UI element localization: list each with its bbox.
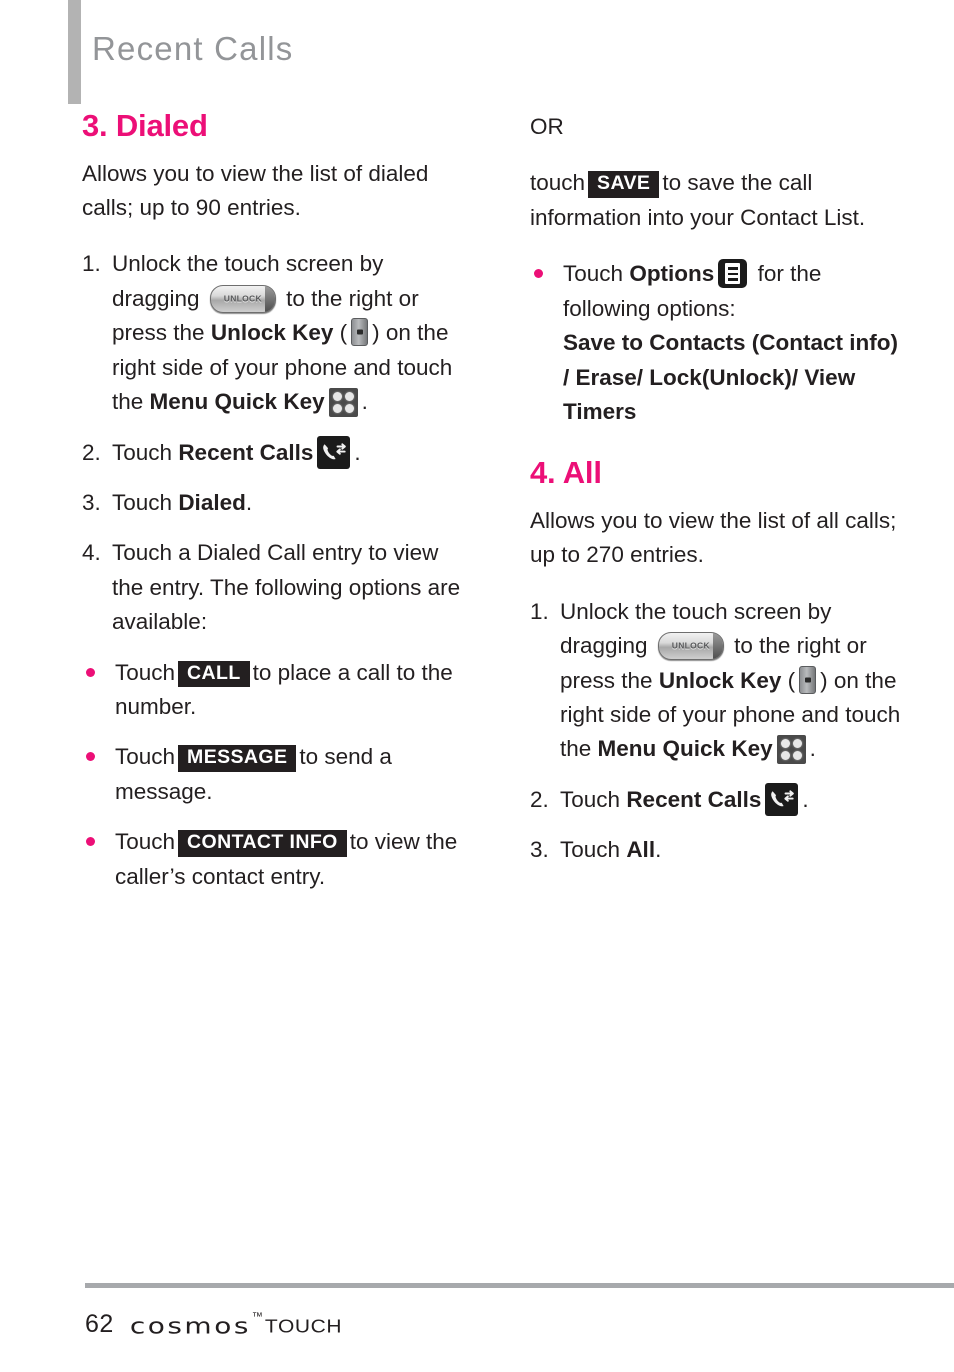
recent-calls-icon — [317, 435, 351, 469]
step-bold-menu-quick-key: Menu Quick Key — [597, 736, 773, 762]
options-icon — [718, 259, 748, 289]
bullet-dot-icon — [86, 752, 95, 762]
brand-suffix: TOUCH — [264, 1316, 343, 1338]
step-period: . — [354, 439, 361, 465]
section-heading-all: 4. All — [530, 455, 602, 491]
bullet-dot-icon — [86, 837, 95, 847]
page-header: Recent Calls — [0, 0, 954, 108]
unlock-slider-icon: UNLOCK — [657, 632, 724, 661]
contact-info-key-badge[interactable]: CONTACT INFO — [178, 830, 347, 858]
step-number: 3. — [82, 489, 101, 515]
step-item: 2. Touch Recent Calls . — [82, 435, 462, 470]
header-accent-bar — [68, 0, 81, 104]
step-bold-unlock-key: Unlock Key — [658, 667, 782, 693]
step-text: Touch — [112, 489, 173, 515]
bullet-text: Touch — [115, 659, 176, 685]
step-number: 3. — [530, 837, 549, 863]
right-column: OR touch SAVE to save the call information… — [530, 110, 910, 884]
step-item: 4. Touch a Dialed Call entry to view the … — [82, 536, 462, 639]
step-bold-recent-calls: Recent Calls — [626, 786, 762, 812]
bullet-dot-icon — [86, 667, 95, 677]
step-text: Touch — [560, 786, 621, 812]
paren-open: ( — [339, 320, 348, 346]
bullet-dot-icon — [534, 269, 543, 279]
steps-list-dialed: 1. Unlock the touch screen by dragging UN… — [82, 247, 462, 639]
unlock-key-icon — [351, 318, 369, 347]
step-bold-recent-calls: Recent Calls — [178, 439, 314, 465]
page-number: 62 — [85, 1310, 114, 1338]
section-intro-dialed: Allows you to view the list of dialed ca… — [82, 160, 429, 220]
footer-divider — [85, 1283, 954, 1288]
list-item: Touch MESSAGE to send a message. — [82, 740, 462, 809]
paren-open: ( — [787, 667, 796, 693]
section-heading-dialed: 3. Dialed — [82, 108, 208, 143]
step-period: . — [655, 837, 662, 863]
steps-list-all: 1. Unlock the touch screen by dragging UN… — [530, 595, 910, 868]
brand-logo: cosmos ™ TOUCH — [130, 1306, 342, 1339]
bullet-text: Touch — [115, 829, 176, 855]
step-number: 1. — [82, 251, 101, 277]
unlock-slider-cap — [712, 633, 723, 660]
step-item: 3. Touch All. — [530, 833, 910, 867]
options-list-values: Save to Contacts (Contact info) / Erase/… — [563, 330, 899, 424]
unlock-slider-icon: UNLOCK — [209, 284, 276, 313]
step-bold-unlock-key: Unlock Key — [210, 320, 334, 346]
save-key-badge[interactable]: SAVE — [588, 171, 660, 199]
save-paragraph: touch SAVE to save the call information in… — [530, 166, 910, 235]
step-number: 4. — [82, 540, 101, 566]
menu-quick-key-icon — [776, 735, 806, 765]
step-text: Touch a Dialed Call entry to view the en… — [112, 540, 461, 635]
trademark-symbol: ™ — [251, 1311, 263, 1323]
list-item: Touch CALL to place a call to the number. — [82, 656, 462, 725]
step-item: 1. Unlock the touch screen by dragging UN… — [530, 595, 910, 767]
step-bold-menu-quick-key: Menu Quick Key — [149, 389, 325, 415]
options-sheet — [725, 263, 741, 285]
step-period: . — [245, 489, 253, 515]
step-text: Touch — [560, 837, 621, 863]
step-number: 2. — [530, 786, 549, 812]
menu-quick-key-icon — [328, 388, 358, 418]
step-item: 2. Touch Recent Calls . — [530, 782, 910, 817]
save-text-pre: touch — [530, 170, 586, 196]
or-label: OR — [530, 114, 564, 139]
list-item: Touch Options for the following options:… — [530, 257, 910, 429]
step-bold-all: All — [626, 837, 656, 863]
options-bold-label: Options — [629, 261, 715, 287]
unlock-key-icon — [799, 665, 817, 694]
step-text: Touch — [112, 439, 173, 465]
paren-close: ) — [372, 320, 380, 346]
page-title: Recent Calls — [92, 30, 294, 67]
recent-calls-icon — [765, 782, 799, 816]
brand-name: cosmos — [129, 1313, 251, 1339]
step-bold-dialed: Dialed — [178, 489, 246, 515]
unlock-slider-cap — [264, 285, 275, 312]
message-key-badge[interactable]: MESSAGE — [178, 745, 297, 773]
paren-close: ) — [820, 667, 828, 693]
bullet-text: Touch — [563, 261, 624, 287]
section-intro-all: Allows you to view the list of all calls… — [530, 507, 897, 568]
footer-content: 62 cosmos ™ TOUCH — [85, 1306, 342, 1339]
step-number: 1. — [530, 598, 549, 624]
step-period: . — [802, 786, 809, 812]
options-bullet-list-all: Touch Options for the following options:… — [530, 257, 910, 429]
step-period: . — [809, 736, 816, 762]
step-period: . — [361, 389, 368, 415]
call-key-badge[interactable]: CALL — [178, 660, 250, 688]
step-item: 1. Unlock the touch screen by dragging UN… — [82, 247, 462, 419]
left-column: 3. Dialed Allows you to view the list of… — [82, 108, 462, 910]
list-item: Touch CONTACT INFO to view the caller’s co… — [82, 825, 462, 894]
options-bullet-list-dialed: Touch CALL to place a call to the number. … — [82, 656, 462, 895]
page-footer: 62 cosmos ™ TOUCH — [0, 1262, 954, 1372]
step-item: 3. Touch Dialed. — [82, 486, 462, 520]
bullet-text: Touch — [115, 744, 176, 770]
step-number: 2. — [82, 439, 101, 465]
